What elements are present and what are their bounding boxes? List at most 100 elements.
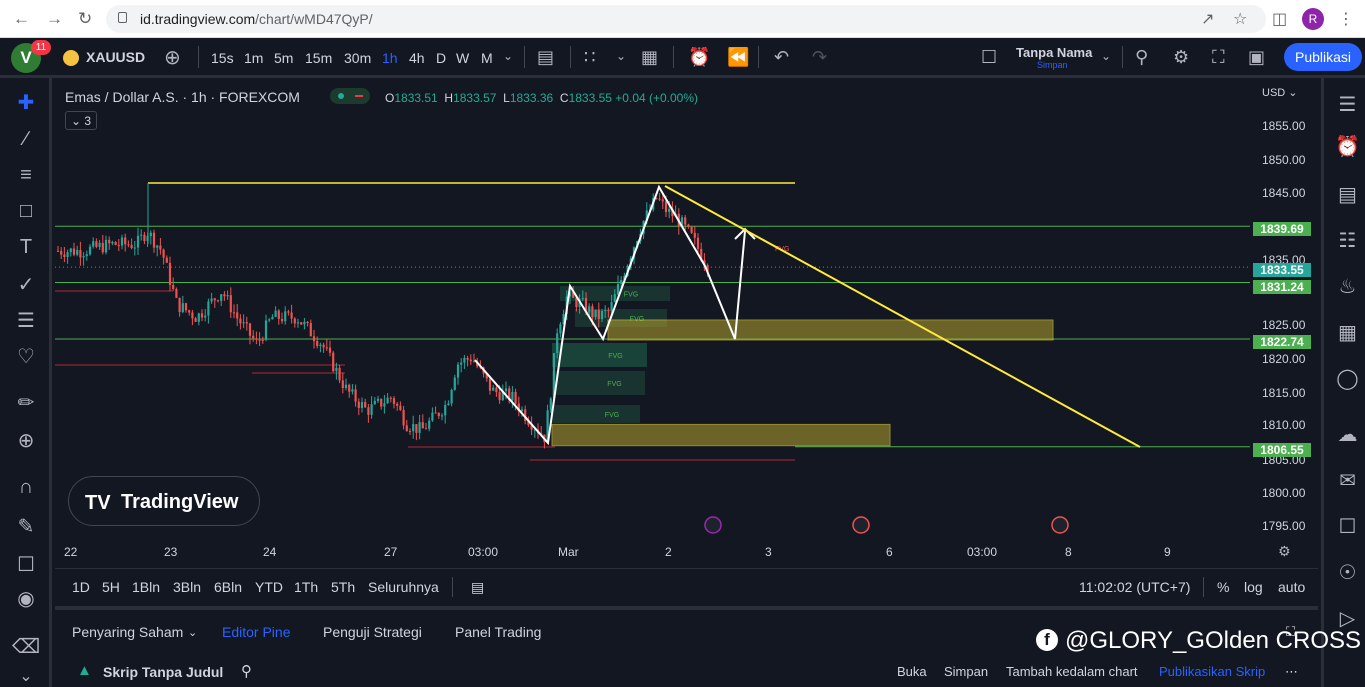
lock-drawings-icon[interactable]: ✎ xyxy=(0,514,52,539)
magnet-icon[interactable]: ∩ xyxy=(0,476,52,499)
rectangle-icon[interactable]: □ xyxy=(0,200,52,223)
layout-name[interactable]: Tanpa Nama xyxy=(1016,45,1092,60)
back-icon[interactable]: ← xyxy=(13,9,30,29)
range-5h[interactable]: 5H xyxy=(102,579,120,595)
tf-w[interactable]: W xyxy=(456,50,469,66)
publish-script-button[interactable]: Publikasikan Skrip xyxy=(1159,664,1265,679)
save-button[interactable]: Simpan xyxy=(944,664,988,679)
script-name[interactable]: Skrip Tanpa Judul xyxy=(103,664,223,680)
reload-icon[interactable]: ↻ xyxy=(78,9,92,29)
add-to-chart-button[interactable]: Tambah kedalam chart xyxy=(1006,664,1138,679)
candles-icon[interactable]: ▤ xyxy=(537,47,554,68)
forward-icon[interactable]: → xyxy=(46,9,63,29)
bulb-icon[interactable]: ☉ xyxy=(1327,560,1365,585)
tab-stock-screener[interactable]: Penyaring Saham xyxy=(72,624,183,640)
chevron-down-icon[interactable]: ⌄ xyxy=(616,49,626,63)
range-1d[interactable]: 1D xyxy=(72,579,90,595)
open-button[interactable]: Buka xyxy=(897,664,927,679)
symbol-search[interactable]: XAUUSD xyxy=(63,49,145,67)
text-icon[interactable]: T xyxy=(0,236,52,259)
cloud-icon[interactable]: ☁ xyxy=(1327,422,1365,447)
compare-plus-icon[interactable]: ⊕ xyxy=(164,45,181,70)
price-tick: 1795.00 xyxy=(1262,519,1306,533)
forecast-icon[interactable]: ☰ xyxy=(0,308,52,333)
camera-icon[interactable]: ▣ xyxy=(1248,47,1265,68)
fullscreen-icon[interactable]: ⛶ xyxy=(1212,47,1225,68)
tf-4h[interactable]: 4h xyxy=(409,50,425,66)
undo-icon[interactable]: ↶ xyxy=(774,47,789,68)
pattern-icon[interactable]: ✓ xyxy=(0,272,52,297)
zoom-icon[interactable]: ⊕ xyxy=(0,428,52,453)
range-all[interactable]: Seluruhnya xyxy=(368,579,439,595)
tf-m[interactable]: M xyxy=(481,50,493,66)
ideas-icon[interactable]: ◯ xyxy=(1327,366,1365,391)
range-ytd[interactable]: YTD xyxy=(255,579,283,595)
profile-avatar[interactable]: R xyxy=(1302,8,1324,30)
fib-icon[interactable]: ≡ xyxy=(0,164,52,187)
fvg-box xyxy=(552,371,645,395)
address-bar[interactable]: id.tradingview.com/chart/wMD47QyP/ xyxy=(106,5,1266,33)
share-icon[interactable]: ↗ xyxy=(1201,9,1214,29)
search-icon[interactable]: ⚲ xyxy=(241,662,252,680)
tf-d[interactable]: D xyxy=(436,50,446,66)
alarm-icon[interactable]: ⏰ xyxy=(1327,134,1365,159)
auto-toggle[interactable]: auto xyxy=(1278,579,1305,595)
indicators-icon[interactable]: ∷ xyxy=(584,47,595,68)
range-6bln[interactable]: 6Bln xyxy=(214,579,242,595)
tab-strategy-tester[interactable]: Penguji Strategi xyxy=(323,624,422,640)
redo-icon[interactable]: ↷ xyxy=(812,47,827,68)
currency-selector[interactable]: USD ⌄ xyxy=(1262,86,1298,99)
tab-trading-panel[interactable]: Panel Trading xyxy=(455,624,541,640)
templates-icon[interactable]: ▦ xyxy=(641,47,658,68)
tf-5m[interactable]: 5m xyxy=(274,50,293,66)
candle-body xyxy=(79,249,82,258)
tf-15s[interactable]: 15s xyxy=(211,50,234,66)
goto-date-icon[interactable]: ▤ xyxy=(471,579,484,596)
range-1bln[interactable]: 1Bln xyxy=(132,579,160,595)
trash-icon[interactable]: ⌫ xyxy=(0,634,52,659)
range-1th[interactable]: 1Th xyxy=(294,579,318,595)
watchlist-icon[interactable]: ☰ xyxy=(1327,92,1365,117)
more-icon[interactable]: ⋯ xyxy=(1285,664,1298,680)
axis-settings-icon[interactable]: ⚙ xyxy=(1278,543,1291,560)
tf-30m[interactable]: 30m xyxy=(344,50,371,66)
log-toggle[interactable]: log xyxy=(1244,579,1263,595)
candle-body xyxy=(367,407,370,415)
ruler-icon[interactable]: ✏ xyxy=(0,390,52,415)
percent-toggle[interactable]: % xyxy=(1217,579,1229,595)
range-3bln[interactable]: 3Bln xyxy=(173,579,201,595)
eye-icon[interactable]: ◉ xyxy=(0,586,52,611)
list-add-icon[interactable]: ☷ xyxy=(1327,228,1365,253)
chevron-down-icon[interactable]: ⌄ xyxy=(1101,49,1111,63)
chevron-down-icon[interactable]: ⌄ xyxy=(503,49,513,63)
chevron-down-icon[interactable]: ⌄ xyxy=(188,626,197,639)
layout-icon[interactable]: ☐ xyxy=(981,47,997,68)
message-icon[interactable]: ☐ xyxy=(1327,514,1365,539)
news-icon[interactable]: ▤ xyxy=(1327,182,1365,207)
publish-button[interactable]: Publikasi xyxy=(1284,43,1362,71)
star-icon[interactable]: ☆ xyxy=(1233,9,1247,29)
tf-1m[interactable]: 1m xyxy=(244,50,263,66)
candle-body xyxy=(581,298,584,300)
search-icon[interactable]: ⚲ xyxy=(1135,47,1148,68)
alert-icon[interactable]: ⏰ xyxy=(688,47,710,68)
calendar-icon[interactable]: ▦ xyxy=(1327,320,1365,345)
crosshair-icon[interactable]: ✚ xyxy=(0,90,52,115)
lock-icon[interactable]: ☐ xyxy=(0,552,52,577)
collapse-chevron-icon[interactable]: ⌄ xyxy=(0,666,52,686)
replay-icon[interactable]: ⏪ xyxy=(727,47,749,68)
tf-15m[interactable]: 15m xyxy=(305,50,332,66)
menu-icon[interactable]: ⋮ xyxy=(1338,9,1354,29)
tradingview-logo[interactable]: TV TradingView xyxy=(68,476,260,526)
candle-body xyxy=(242,322,245,324)
trendline-icon[interactable]: ∕ xyxy=(0,128,52,151)
chat-icon[interactable]: ✉ xyxy=(1327,468,1365,493)
hot-icon[interactable]: ♨ xyxy=(1327,274,1365,299)
tab-pine-editor[interactable]: Editor Pine xyxy=(222,624,290,640)
clock[interactable]: 11:02:02 (UTC+7) xyxy=(1079,579,1190,595)
gear-icon[interactable]: ⚙ xyxy=(1173,47,1189,68)
tf-1h[interactable]: 1h xyxy=(382,50,398,66)
sidepanel-icon[interactable]: ◫ xyxy=(1272,9,1287,29)
heart-icon[interactable]: ♡ xyxy=(0,344,52,369)
range-5th[interactable]: 5Th xyxy=(331,579,355,595)
